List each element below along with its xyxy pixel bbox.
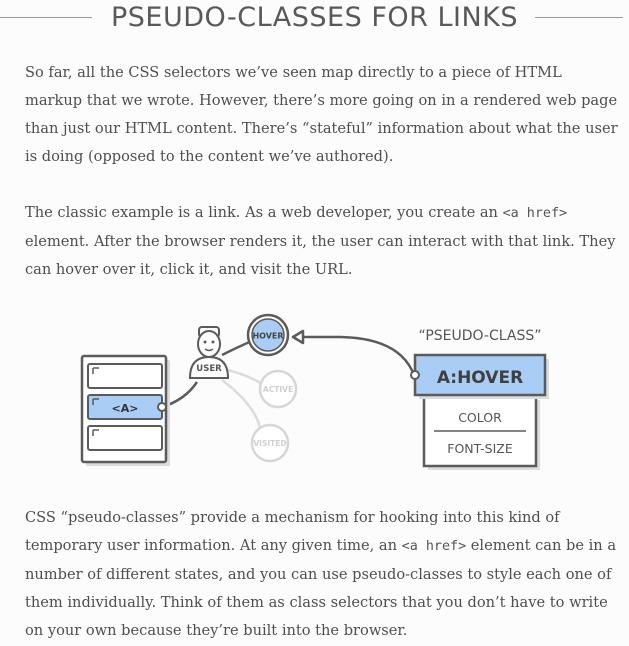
visited-state: VISITED <box>250 423 290 463</box>
paragraph-text: The classic example is a link. As a web … <box>25 204 503 221</box>
user-figure: USER <box>188 326 230 379</box>
pseudo-class-caption: “PSEUDO-CLASS” <box>419 328 542 344</box>
pseudo-class-arrow <box>296 335 416 376</box>
paragraph-text: element. After the browser renders it, t… <box>25 233 616 278</box>
active-state-label: ACTIVE <box>263 385 293 394</box>
user-label: USER <box>196 364 222 374</box>
property-font-size: FONT-SIZE <box>447 441 513 456</box>
visited-state-label: VISITED <box>253 439 286 448</box>
inline-code-a-href: <a href> <box>401 539 467 554</box>
active-state: ACTIVE <box>258 369 298 409</box>
hover-state-label: HOVER <box>252 332 283 341</box>
inline-code-a-href: <a href> <box>502 206 568 221</box>
user-head <box>197 330 221 358</box>
arrow-head <box>291 329 305 345</box>
heading-rule-left <box>0 17 92 18</box>
hover-state: HOVER <box>246 313 290 357</box>
link-example-paragraph: The classic example is a link. As a web … <box>25 199 620 284</box>
section-heading: PSEUDO-CLASSES FOR LINKS <box>111 2 518 33</box>
document-block-bottom <box>87 425 163 451</box>
user-hover-connector <box>221 339 253 357</box>
document-block-top <box>87 363 163 389</box>
heading-row: PSEUDO-CLASSES FOR LINKS <box>0 0 629 36</box>
property-color: COLOR <box>458 410 502 425</box>
link-element-label: <A> <box>112 402 139 415</box>
heading-rule-right <box>535 17 623 18</box>
user-active-connector <box>227 368 263 386</box>
selector-label: A:HOVER <box>437 368 523 388</box>
html-document: <A> <box>80 354 170 466</box>
intro-paragraph: So far, all the CSS selectors we’ve seen… <box>25 64 618 165</box>
css-rule: A:HOVER COLOR FONT-SIZE <box>410 353 549 470</box>
user-visited-connector <box>221 379 262 429</box>
pseudo-class-diagram: <A> USER HOVER ACTIVE VISITED “PSEUDO-CL… <box>80 313 549 470</box>
pseudo-classes-paragraph: CSS “pseudo-classes” provide a mechanism… <box>25 504 620 645</box>
